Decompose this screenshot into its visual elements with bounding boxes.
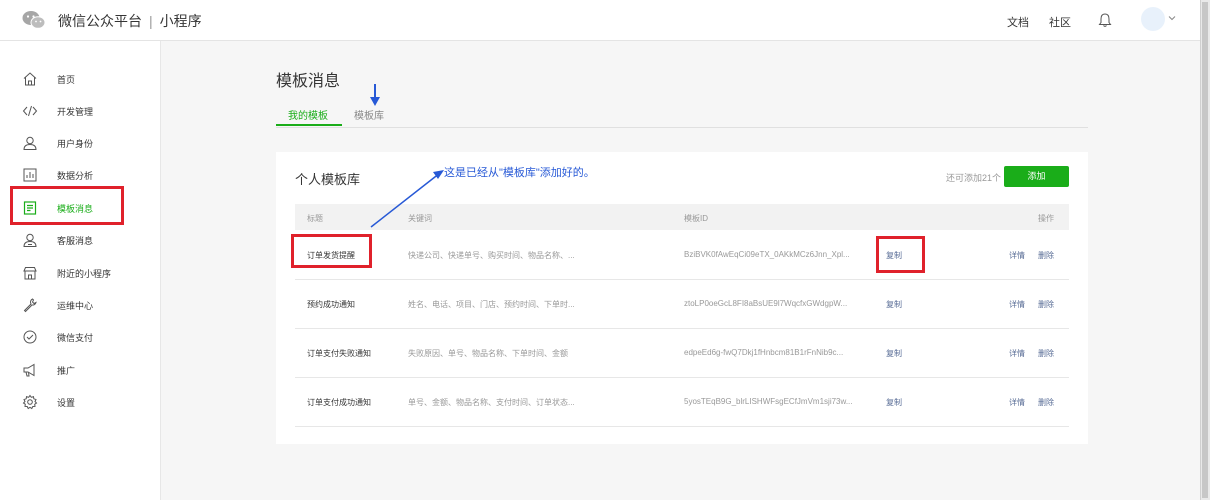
sidebar-item-analytics[interactable]: 数据分析 xyxy=(0,162,160,188)
template-id: BziBVK0fAwEqCi09eTX_0AKkMCz6Jnn_Xpl... xyxy=(684,250,850,259)
template-id: 5yosTEqB9G_blrLISHWFsgECfJmVm1sji73w... xyxy=(684,397,853,406)
page-title: 模板消息 xyxy=(276,73,341,90)
template-title: 订单支付失败通知 xyxy=(307,349,371,358)
template-id: edpeEd6g-fwQ7Dkj1fHnbcm81B1rFnNib9c... xyxy=(684,348,844,357)
sidebar-item-wechat-pay[interactable]: 微信支付 xyxy=(0,324,160,350)
column-header-template-id: 模板ID xyxy=(684,214,708,223)
detail-link[interactable]: 详情 xyxy=(1009,299,1025,310)
sidebar-item-label: 首页 xyxy=(57,75,76,85)
template-keywords: 单号、金额、物品名称、支付时间、订单状态... xyxy=(408,398,575,407)
sidebar-item-promotion[interactable]: 推广 xyxy=(0,357,160,383)
sidebar-item-home[interactable]: 首页 xyxy=(0,66,160,92)
template-title: 预约成功通知 xyxy=(307,300,355,309)
template-id: ztoLP0oeGcL8FI8aBsUE9l7WqcfxGWdgpW... xyxy=(684,299,848,308)
brand-product: 小程序 xyxy=(159,13,202,29)
table-row: 订单支付成功通知 单号、金额、物品名称、支付时间、订单状态... 5yosTEq… xyxy=(295,377,1069,427)
sidebar-item-ops[interactable]: 运维中心 xyxy=(0,292,160,318)
detail-link[interactable]: 详情 xyxy=(1009,348,1025,359)
code-icon xyxy=(22,103,38,119)
template-title: 订单支付成功通知 xyxy=(307,398,371,407)
sidebar-item-label: 数据分析 xyxy=(57,171,94,181)
bell-icon[interactable] xyxy=(1098,12,1112,28)
copy-link[interactable]: 复制 xyxy=(886,299,902,310)
sidebar-item-user-identity[interactable]: 用户身份 xyxy=(0,130,160,156)
sidebar-item-label: 开发管理 xyxy=(57,107,94,117)
avatar[interactable] xyxy=(1141,7,1165,31)
template-keywords: 失败原因、单号、物品名称、下单时间、金额 xyxy=(408,349,568,358)
gear-icon xyxy=(22,394,38,410)
card-title: 个人模板库 xyxy=(295,172,361,187)
annotation-box-copy xyxy=(876,236,925,273)
add-button[interactable]: 添加 xyxy=(1004,166,1069,187)
community-link[interactable]: 社区 xyxy=(1049,14,1071,30)
store-icon xyxy=(22,265,38,281)
delete-link[interactable]: 删除 xyxy=(1038,250,1054,261)
template-keywords: 姓名、电话、项目、门店、预约时间、下单时... xyxy=(408,300,575,309)
brand-name: 微信公众平台 xyxy=(58,13,142,29)
sidebar-item-label: 客服消息 xyxy=(57,236,94,246)
tab-my-templates[interactable]: 我的模板 xyxy=(288,107,328,122)
sidebar-item-settings[interactable]: 设置 xyxy=(0,389,160,415)
template-keywords: 快递公司、快递单号、购买时间、物品名称、... xyxy=(408,251,575,260)
wechat-logo-icon[interactable] xyxy=(22,10,46,30)
annotation-box-sidebar xyxy=(10,186,124,225)
service-icon xyxy=(22,232,38,248)
annotation-note: 这是已经从"模板库"添加好的。 xyxy=(444,167,595,179)
annotation-arrowhead xyxy=(370,97,380,106)
table-row: 订单支付失败通知 失败原因、单号、物品名称、下单时间、金额 edpeEd6g-f… xyxy=(295,328,1069,378)
brand-separator: | xyxy=(149,13,153,29)
delete-link[interactable]: 删除 xyxy=(1038,348,1054,359)
wrench-icon xyxy=(22,297,38,313)
docs-link[interactable]: 文档 xyxy=(1007,14,1029,30)
sidebar-item-customer-service[interactable]: 客服消息 xyxy=(0,227,160,253)
detail-link[interactable]: 详情 xyxy=(1009,250,1025,261)
scrollbar-thumb[interactable] xyxy=(1202,2,1208,498)
sidebar-item-label: 附近的小程序 xyxy=(57,269,112,279)
sidebar-item-label: 设置 xyxy=(57,398,76,408)
sidebar-item-label: 运维中心 xyxy=(57,301,94,311)
sidebar-item-label: 推广 xyxy=(57,366,76,376)
copy-link[interactable]: 复制 xyxy=(886,397,902,408)
chevron-down-icon[interactable] xyxy=(1168,14,1176,22)
copy-link[interactable]: 复制 xyxy=(886,348,902,359)
megaphone-icon xyxy=(22,362,38,378)
table-row: 预约成功通知 姓名、电话、项目、门店、预约时间、下单时... ztoLP0oeG… xyxy=(295,279,1069,329)
chart-icon xyxy=(22,167,38,183)
column-header-actions: 操作 xyxy=(1038,214,1054,223)
sidebar-item-nearby[interactable]: 附近的小程序 xyxy=(0,260,160,286)
sidebar-item-label: 用户身份 xyxy=(57,139,94,149)
annotation-arrow-to-title xyxy=(370,172,441,228)
annotation-arrows xyxy=(370,84,444,228)
sidebar-item-dev[interactable]: 开发管理 xyxy=(0,98,160,124)
delete-link[interactable]: 删除 xyxy=(1038,397,1054,408)
pay-icon xyxy=(22,329,38,345)
top-bar: 微信公众平台 | 小程序 文档 社区 xyxy=(0,0,1200,41)
remaining-count: 还可添加21个 xyxy=(946,173,1002,183)
active-tab-indicator xyxy=(276,124,342,126)
column-header-title: 标题 xyxy=(307,214,323,223)
sidebar-item-label: 微信支付 xyxy=(57,333,94,343)
brand-title[interactable]: 微信公众平台 | 小程序 xyxy=(58,11,202,31)
delete-link[interactable]: 删除 xyxy=(1038,299,1054,310)
home-icon xyxy=(22,71,38,87)
user-icon xyxy=(22,135,38,151)
detail-link[interactable]: 详情 xyxy=(1009,397,1025,408)
